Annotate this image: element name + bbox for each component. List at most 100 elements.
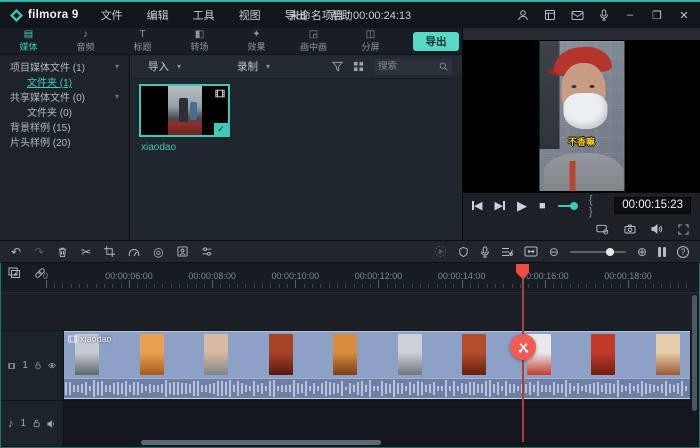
chevron-down-icon: ▾ [266,62,270,71]
video-track-header: 1 [1,331,64,400]
color-match-icon[interactable]: ◎ [153,246,163,258]
speed-icon[interactable] [128,247,140,257]
timeline-vertical-scrollbar[interactable] [692,295,697,411]
sidebar-item-project-media[interactable]: 项目媒体文件 (1) ▾ [0,59,129,74]
motion-tracking-icon[interactable] [177,246,188,257]
play-button[interactable]: ▶ [517,198,527,214]
fit-timeline-icon[interactable] [524,246,538,257]
media-item-name: xiaodao [141,142,176,153]
preview-header [463,28,700,40]
audio-track-number: 1 [21,418,27,429]
marker-icon[interactable] [458,246,469,258]
snapshot-camera-icon[interactable] [624,224,636,234]
video-clip-xiaodao[interactable]: xiaodao [64,331,690,399]
preview-secondary-controls [463,218,700,240]
titles-icon: T [139,29,145,40]
tab-transitions[interactable]: ◧ 转场 [171,28,228,54]
zoom-in-icon[interactable]: ⊕ [637,246,647,258]
tab-media[interactable]: ▤ 媒体 [0,28,57,54]
redo-button[interactable]: ↷ [34,246,44,258]
chevron-down-icon[interactable]: ▾ [115,62,119,71]
minimize-button[interactable]: – [624,9,636,21]
lock-track-icon[interactable] [35,360,41,371]
sidebar-item-shared-media[interactable]: 共享媒体文件 (0) ▾ [0,89,129,104]
next-frame-button[interactable]: ▶ [494,199,504,212]
scissors-icon [517,341,530,354]
track-size-icon[interactable] [658,247,666,257]
tab-titles[interactable]: T 标题 [114,28,171,54]
previous-frame-button[interactable]: ◀ [472,199,482,212]
sidebar-item-folder-0[interactable]: 文件夹 (0) [0,104,129,119]
help-icon[interactable]: ? [677,246,689,258]
toggle-visibility-eye-icon[interactable] [48,361,56,370]
menu-export[interactable]: 导出 [285,7,307,23]
sidebar-item-folder-1[interactable]: 文件夹 (1) [0,74,129,89]
timeline-horizontal-scrollbar[interactable] [141,440,381,445]
search-icon[interactable] [439,62,448,71]
preview-volume-slider[interactable] [558,205,577,207]
fullscreen-icon[interactable] [678,224,689,235]
sidebar-item-intro-samples[interactable]: 片头样例 (20) [0,134,129,149]
menu-tools[interactable]: 工具 [193,7,215,23]
media-library-sidebar: 项目媒体文件 (1) ▾ 文件夹 (1) 共享媒体文件 (0) ▾ 文件夹 (0… [0,55,130,240]
preview-viewport: 不香嘛 [463,40,700,192]
tab-label: 标题 [133,40,151,53]
timeline-zoom-slider[interactable] [570,251,626,253]
delete-icon[interactable] [57,246,68,258]
manage-tracks-icon[interactable] [8,267,21,279]
search-input[interactable] [378,61,436,72]
sidebar-item-background-samples[interactable]: 背景样例 (15) [0,119,129,134]
video-track-lane[interactable]: xiaodao [64,331,699,400]
import-dropdown[interactable]: 导入 ▾ [148,59,181,74]
clip-audio-waveform [64,378,690,399]
tab-effects[interactable]: ✦ 效果 [228,28,285,54]
record-dropdown[interactable]: 录制 ▾ [237,59,270,74]
split-clip-button[interactable] [510,334,536,360]
lock-track-icon[interactable] [33,418,40,429]
menu-edit[interactable]: 编辑 [147,7,169,23]
chevron-down-icon[interactable]: ▾ [115,92,119,101]
microphone-icon[interactable] [599,9,609,21]
tab-splitscreen[interactable]: ◫ 分屏 [342,28,399,54]
menu-view[interactable]: 视图 [239,7,261,23]
mute-track-speaker-icon[interactable] [47,419,56,429]
mail-icon[interactable] [571,10,584,21]
app-name: filmora 9 [28,9,79,21]
splitscreen-icon: ◫ [366,29,375,40]
split-scissors-icon[interactable]: ✂ [81,246,91,258]
render-preview-icon[interactable] [434,245,447,258]
empty-track-space[interactable] [1,293,699,331]
timeline-ruler[interactable]: 0 00:00:06:0000:00:08:0000:00:10:0000:00… [1,263,699,293]
menu-help[interactable]: 帮助 [331,7,353,23]
search-box[interactable] [374,59,452,75]
volume-icon[interactable] [651,224,663,234]
export-button[interactable]: 导出 [413,32,459,51]
clip-thumbnail-street-person [398,334,422,375]
close-button[interactable]: ✕ [678,9,690,22]
display-settings-icon[interactable] [596,224,609,235]
undo-button[interactable]: ↶ [11,246,21,258]
adjust-sliders-icon[interactable] [201,246,213,257]
media-grid: ✓ xiaodao [130,79,462,240]
grid-view-icon[interactable] [353,61,364,72]
zoom-out-icon[interactable]: ⊖ [549,246,559,258]
voiceover-mic-icon[interactable] [480,246,490,258]
template-icon[interactable] [544,9,556,21]
account-icon[interactable] [517,9,529,21]
media-item-xiaodao[interactable]: ✓ [139,84,230,137]
menu-file[interactable]: 文件 [101,7,123,23]
audio-mixer-icon[interactable] [501,246,513,258]
crop-icon[interactable] [104,246,115,257]
tab-pip[interactable]: ◲ 画中画 [285,28,342,54]
tab-audio[interactable]: ♪ 音频 [57,28,114,54]
filter-icon[interactable] [332,61,343,72]
maximize-button[interactable]: ❐ [651,9,663,22]
preview-panel: 不香嘛 ◀ ▶ ▶ ■ { } 00:00:15:23 [463,28,700,240]
link-icon[interactable] [34,267,46,279]
stop-button[interactable]: ■ [539,200,546,212]
mark-in-out-button[interactable]: { } [589,194,602,218]
sidebar-item-label: 文件夹 (0) [27,104,72,119]
effects-icon: ✦ [252,29,260,40]
import-label: 导入 [148,59,169,74]
clip-title: xiaodao [68,334,112,344]
